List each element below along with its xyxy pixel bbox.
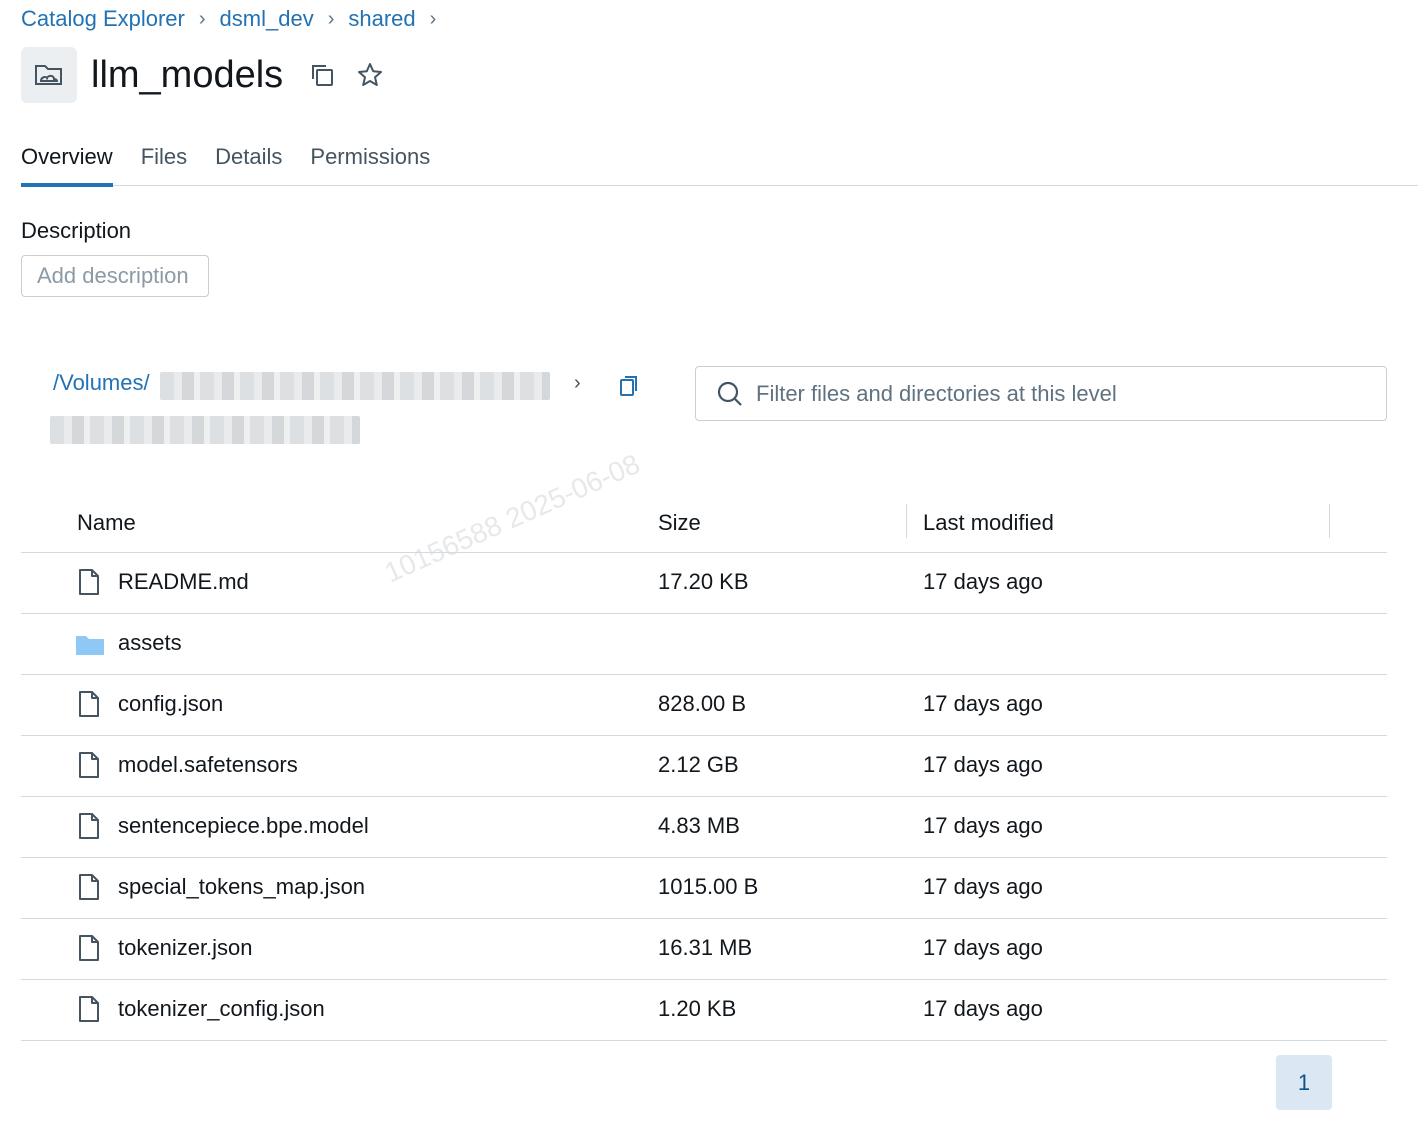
breadcrumb-separator: ›	[198, 7, 206, 30]
column-header-size[interactable]: Size	[658, 510, 701, 536]
file-name[interactable]: special_tokens_map.json	[118, 874, 365, 900]
file-icon	[79, 813, 99, 839]
breadcrumb-catalog-explorer[interactable]: Catalog Explorer	[21, 6, 185, 32]
copy-icon[interactable]	[307, 60, 337, 90]
file-size: 17.20 KB	[658, 569, 749, 594]
tab-bar: Overview Files Details Permissions	[21, 140, 1418, 187]
volume-path: /Volumes/ ›	[50, 364, 650, 454]
add-description-button[interactable]: Add description	[21, 255, 209, 297]
breadcrumb-separator: ›	[429, 7, 437, 30]
file-name[interactable]: tokenizer.json	[118, 935, 253, 961]
file-modified: 17 days ago	[923, 874, 1043, 899]
file-icon	[79, 935, 99, 961]
table-row[interactable]: special_tokens_map.json 1015.00 B 17 day…	[21, 858, 1387, 919]
filter-input[interactable]	[756, 380, 1356, 407]
file-name[interactable]: README.md	[118, 569, 249, 595]
pagination-page-1[interactable]: 1	[1276, 1055, 1332, 1110]
table-row[interactable]: assets	[21, 614, 1387, 675]
table-row[interactable]: tokenizer_config.json 1.20 KB 17 days ag…	[21, 980, 1387, 1041]
chevron-right-icon[interactable]: ›	[574, 372, 581, 395]
tab-details[interactable]: Details	[215, 140, 282, 186]
redacted-path-segment	[50, 416, 360, 444]
breadcrumb-dsml-dev[interactable]: dsml_dev	[220, 6, 314, 32]
table-row[interactable]: config.json 828.00 B 17 days ago	[21, 675, 1387, 736]
file-name[interactable]: sentencepiece.bpe.model	[118, 813, 369, 839]
folder-icon	[76, 636, 104, 655]
file-modified: 17 days ago	[923, 813, 1043, 838]
column-resize-handle[interactable]	[906, 504, 907, 538]
file-name[interactable]: config.json	[118, 691, 223, 717]
file-modified: 17 days ago	[923, 752, 1043, 777]
file-icon	[79, 874, 99, 900]
file-modified: 17 days ago	[923, 935, 1043, 960]
file-name[interactable]: tokenizer_config.json	[118, 996, 325, 1022]
file-size: 1.20 KB	[658, 996, 737, 1021]
files-table: Name Size Last modified README.md 17.20 …	[21, 492, 1387, 1041]
page-title: llm_models	[91, 53, 284, 96]
file-icon	[79, 569, 99, 595]
file-size: 1015.00 B	[658, 874, 759, 899]
title-row: llm_models	[21, 47, 385, 103]
folder-name[interactable]: assets	[118, 630, 182, 656]
file-size: 2.12 GB	[658, 752, 739, 777]
tab-files[interactable]: Files	[141, 140, 187, 186]
file-modified: 17 days ago	[923, 569, 1043, 594]
breadcrumb-shared[interactable]: shared	[348, 6, 415, 32]
filter-box	[695, 366, 1387, 421]
table-row[interactable]: model.safetensors 2.12 GB 17 days ago	[21, 736, 1387, 797]
redacted-path-segment	[160, 372, 550, 400]
file-size: 4.83 MB	[658, 813, 740, 838]
column-header-last-modified[interactable]: Last modified	[923, 510, 1054, 536]
tab-permissions[interactable]: Permissions	[310, 140, 430, 186]
file-size: 828.00 B	[658, 691, 747, 716]
file-name[interactable]: model.safetensors	[118, 752, 298, 778]
table-row[interactable]: README.md 17.20 KB 17 days ago	[21, 553, 1387, 614]
file-size: 16.31 MB	[658, 935, 753, 960]
column-resize-handle[interactable]	[1329, 504, 1330, 538]
copy-path-icon[interactable]	[618, 374, 642, 400]
volume-icon	[21, 47, 77, 103]
star-icon[interactable]	[355, 60, 385, 90]
breadcrumb: Catalog Explorer › dsml_dev › shared ›	[21, 6, 450, 32]
file-modified: 17 days ago	[923, 691, 1043, 716]
file-icon	[79, 996, 99, 1022]
description-label: Description	[21, 218, 132, 243]
file-icon	[79, 691, 99, 717]
tab-overview[interactable]: Overview	[21, 140, 113, 187]
table-header: Name Size Last modified	[21, 492, 1387, 553]
file-modified: 17 days ago	[923, 996, 1043, 1021]
table-row[interactable]: tokenizer.json 16.31 MB 17 days ago	[21, 919, 1387, 980]
file-icon	[79, 752, 99, 778]
column-header-name[interactable]: Name	[77, 510, 136, 536]
table-row[interactable]: sentencepiece.bpe.model 4.83 MB 17 days …	[21, 797, 1387, 858]
path-root-link[interactable]: /Volumes/	[53, 370, 150, 396]
breadcrumb-separator: ›	[327, 7, 335, 30]
search-icon	[717, 381, 742, 406]
